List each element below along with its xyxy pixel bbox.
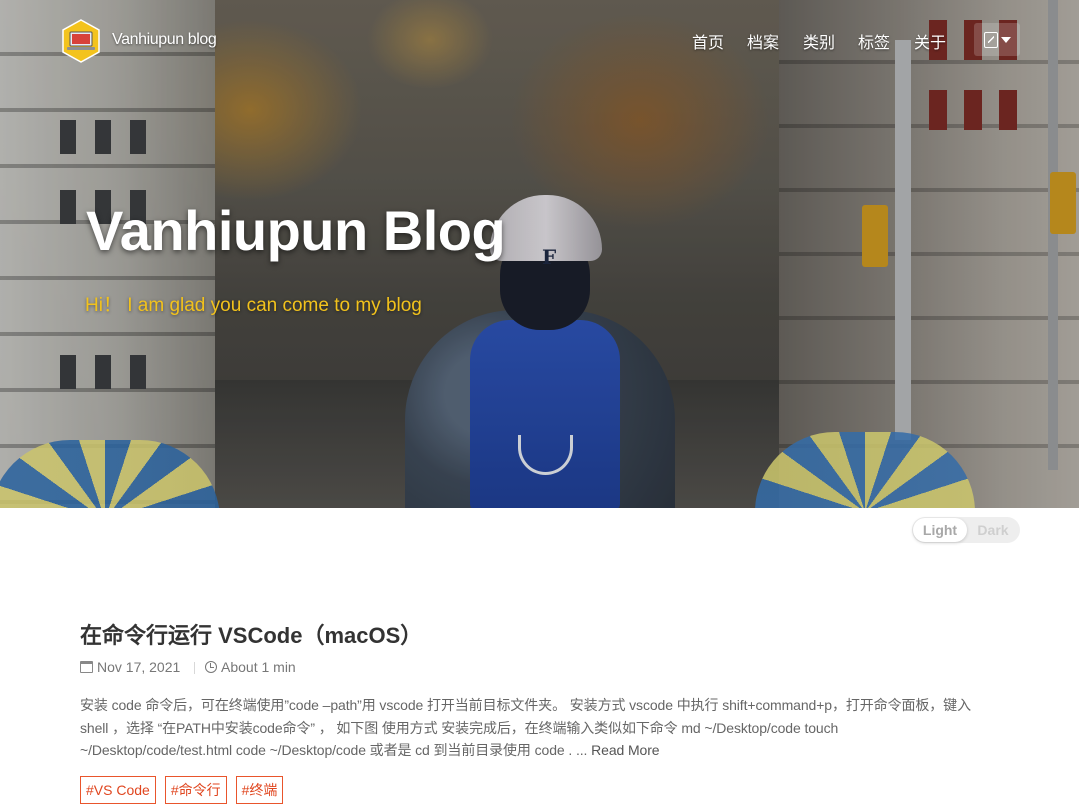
clock-icon xyxy=(205,661,217,673)
nav-item-about[interactable]: 关于 xyxy=(914,29,946,53)
nav-item-home[interactable]: 首页 xyxy=(692,29,724,53)
meta-divider xyxy=(194,662,195,674)
tag-command-line[interactable]: #命令行 xyxy=(164,776,227,804)
hero-banner: F Vanhiupun blog 首页 档案 类别 标签 关于 Vanhiupu… xyxy=(0,0,1079,508)
post-excerpt: 安装 code 命令后，可在终端使用”code –path”用 vscode 打… xyxy=(80,694,975,762)
post-excerpt-text: 安装 code 命令后，可在终端使用”code –path”用 vscode 打… xyxy=(80,697,971,758)
post-read-time-text: About 1 min xyxy=(221,659,296,675)
post-date-text: Nov 17, 2021 xyxy=(97,659,181,675)
nav-item-archive[interactable]: 档案 xyxy=(747,29,779,53)
theme-option-light[interactable]: Light xyxy=(913,518,967,542)
post-tags: #VS Code #命令行 #终端 xyxy=(80,776,284,804)
theme-toggle[interactable]: Light Dark xyxy=(912,517,1020,543)
nav-item-tags[interactable]: 标签 xyxy=(858,29,890,53)
post-title-link[interactable]: 在命令行运行 VSCode（macOS） xyxy=(80,618,422,650)
tag-vs-code[interactable]: #VS Code xyxy=(80,776,156,804)
theme-option-dark[interactable]: Dark xyxy=(968,518,1018,542)
post-read-time: About 1 min xyxy=(205,659,296,675)
brand-link[interactable]: Vanhiupun blog xyxy=(112,31,217,49)
caret-down-icon xyxy=(1000,36,1011,43)
top-navbar: Vanhiupun blog 首页 档案 类别 标签 关于 xyxy=(0,0,1079,80)
hero-title: Vanhiupun Blog xyxy=(86,199,506,262)
hero-subtitle: Hi！ I am glad you can come to my blog xyxy=(85,295,422,316)
post-date: Nov 17, 2021 xyxy=(80,659,180,675)
translate-icon xyxy=(983,31,998,48)
language-dropdown-button[interactable] xyxy=(974,23,1020,56)
read-more-link[interactable]: Read More xyxy=(591,742,659,758)
calendar-icon xyxy=(80,661,93,673)
tag-terminal[interactable]: #终端 xyxy=(235,776,284,804)
nav-item-categories[interactable]: 类别 xyxy=(803,29,835,53)
laptop-hexagon-logo-icon[interactable] xyxy=(61,19,101,63)
